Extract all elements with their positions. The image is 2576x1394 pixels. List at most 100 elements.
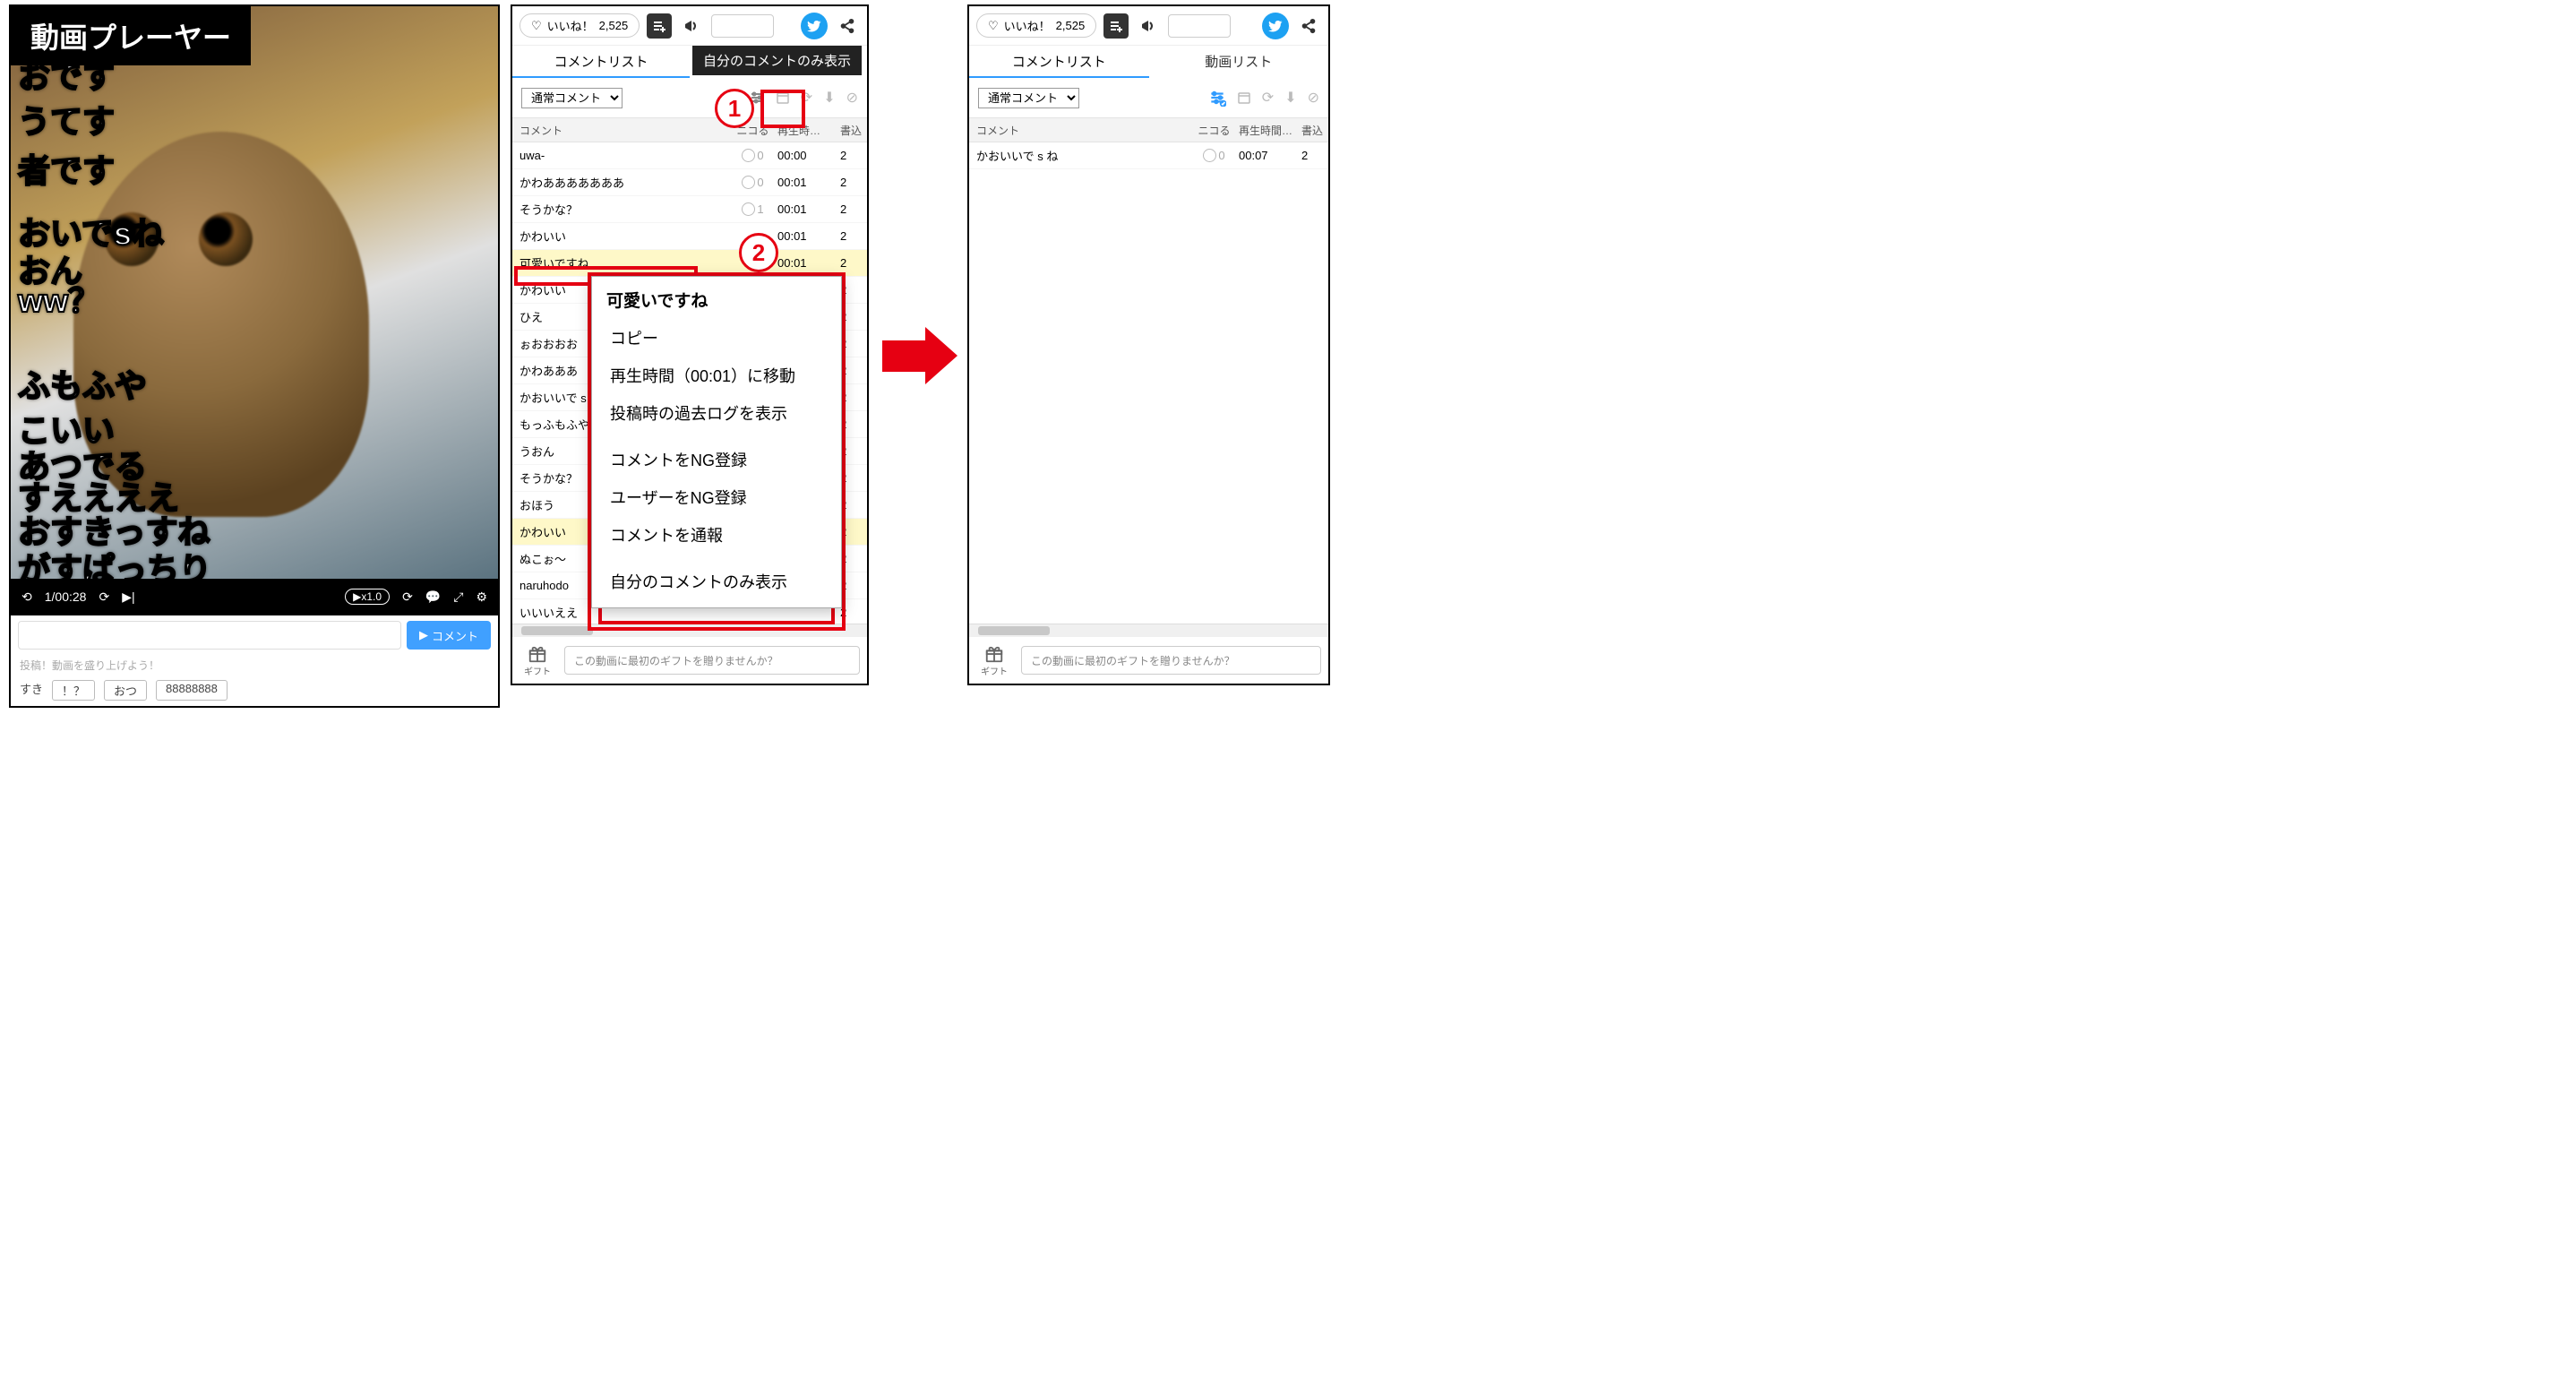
table-row[interactable]: かわあああああああ 000:012 [512, 169, 867, 196]
col-nicoru[interactable]: ニコる [1189, 123, 1239, 138]
cell-comment: uwa- [512, 149, 728, 162]
gift-input[interactable]: この動画に最初のギフトを贈りませんか？ [564, 646, 860, 675]
cell-time: 00:07 [1239, 149, 1301, 162]
gift-input[interactable]: この動画に最初のギフトを贈りませんか？ [1021, 646, 1321, 675]
reload-icon[interactable]: ⟳ [1262, 89, 1274, 107]
h-scrollbar[interactable] [969, 624, 1328, 637]
calendar-icon[interactable] [1237, 90, 1251, 105]
tab-row: コメントリスト 自分のコメントのみ表示 [512, 46, 867, 78]
megaphone-icon[interactable] [1136, 13, 1161, 39]
reload-icon[interactable]: ⟳ [402, 589, 413, 605]
add-list-icon[interactable] [1103, 13, 1129, 39]
ctx-report[interactable]: コメントを通報 [592, 516, 841, 554]
filter-icon-active[interactable] [1208, 89, 1226, 107]
col-time[interactable]: 再生時間… [1239, 123, 1301, 138]
ng-icon[interactable]: ⊘ [846, 89, 858, 107]
twitter-icon[interactable] [1262, 13, 1289, 39]
danmaku-text: 者です [18, 145, 115, 192]
cell-date: 2 [840, 579, 867, 592]
cell-time: 00:01 [777, 229, 840, 243]
tooltip-mine: 自分のコメントのみ表示 [692, 46, 862, 75]
comment-submit-button[interactable]: ▶ コメント [407, 621, 491, 650]
megaphone-icon[interactable] [679, 13, 704, 39]
tag-2[interactable]: おつ [104, 680, 147, 701]
annotation-box-filter [760, 90, 805, 128]
cell-comment: かわいい [512, 228, 728, 245]
col-date[interactable]: 書込 [1301, 123, 1328, 138]
like-button[interactable]: ♡ いいね！ 2,525 [976, 13, 1096, 38]
comment-table-mine[interactable]: かおいいで s ね 000:072 [969, 142, 1328, 624]
tag-search-input[interactable] [711, 14, 774, 38]
like-suffix: すき [20, 680, 43, 701]
like-label: いいね！ [547, 17, 594, 34]
video-area[interactable]: おですうてす者ですおいでsねおんww？ふもふやこいいあつでるすええええおすきっす… [11, 6, 498, 579]
twitter-icon[interactable] [801, 13, 828, 39]
fullscreen-icon[interactable]: ⤢ [453, 589, 463, 605]
comment-type-select[interactable]: 通常コメント [978, 88, 1079, 108]
comment-toggle-icon[interactable]: 💬 [425, 589, 441, 605]
heart-icon: ♡ [531, 19, 542, 33]
repeat-icon[interactable]: ⟳ [99, 589, 109, 605]
table-row[interactable]: uwa- 000:002 [512, 142, 867, 169]
share-icon[interactable] [835, 13, 860, 39]
ng-icon[interactable]: ⊘ [1308, 89, 1319, 107]
download-icon[interactable]: ⬇ [1284, 89, 1296, 107]
cell-date: 2 [840, 606, 867, 619]
table-row[interactable]: かわいい 00:012 [512, 223, 867, 250]
ctx-pastlog[interactable]: 投稿時の過去ログを表示 [592, 394, 841, 432]
overlay-title: 動画プレーヤー [11, 6, 251, 65]
ctx-copy[interactable]: コピー [592, 319, 841, 357]
cell-date: 2 [840, 471, 867, 485]
cell-nicoru[interactable]: 0 [1189, 149, 1239, 162]
seek-back-icon[interactable]: ⟲ [21, 589, 32, 605]
cell-nicoru[interactable]: 0 [728, 149, 777, 162]
tag-search-input[interactable] [1168, 14, 1231, 38]
like-button[interactable]: ♡ いいね！ 2,525 [519, 13, 640, 38]
comment-input[interactable] [18, 621, 401, 650]
table-row[interactable]: そうかな？ 100:012 [512, 196, 867, 223]
col-comment[interactable]: コメント [512, 123, 728, 138]
send-icon: ▶ [419, 628, 428, 642]
comment-toolbar: 通常コメント ⟳ ⬇ ⊘ [969, 78, 1328, 117]
cell-nicoru[interactable]: 0 [728, 176, 777, 189]
ctx-ng-user[interactable]: ユーザーをNG登録 [592, 478, 841, 516]
tab-comments[interactable]: コメントリスト [969, 46, 1149, 78]
download-icon[interactable]: ⬇ [823, 89, 835, 107]
tag-1[interactable]: ！？ [52, 680, 95, 701]
col-comment[interactable]: コメント [969, 123, 1189, 138]
cell-date: 2 [840, 417, 867, 431]
gift-icon[interactable]: ギフト [519, 644, 555, 677]
cell-date: 2 [840, 310, 867, 323]
next-icon[interactable]: ▶| [122, 589, 134, 605]
cell-date: 2 [840, 202, 867, 216]
speed-button[interactable]: ▶x1.0 [345, 589, 390, 605]
ctx-only-mine[interactable]: 自分のコメントのみ表示 [592, 563, 841, 600]
comment-type-select[interactable]: 通常コメント [521, 88, 623, 108]
ctx-ng-comment[interactable]: コメントをNG登録 [592, 441, 841, 478]
gift-icon[interactable]: ギフト [976, 644, 1012, 677]
cell-date: 2 [840, 283, 867, 297]
top-row: ♡ いいね！ 2,525 [512, 6, 867, 46]
arrow-icon [882, 327, 958, 385]
ctx-seek[interactable]: 再生時間（00:01）に移動 [592, 357, 841, 394]
cell-date: 2 [840, 391, 867, 404]
tag-3[interactable]: 88888888 [156, 680, 228, 701]
cell-date: 2 [840, 364, 867, 377]
danmaku-text: うてす [18, 96, 115, 142]
tab-videos[interactable]: 動画リスト [1149, 46, 1329, 78]
cell-date: 2 [840, 229, 867, 243]
cell-nicoru[interactable]: 1 [728, 202, 777, 216]
comments-panel-mine: ♡ いいね！ 2,525 コメントリスト 動画リスト [967, 4, 1330, 685]
table-row[interactable]: かおいいで s ね 000:072 [969, 142, 1328, 169]
add-list-icon[interactable] [647, 13, 672, 39]
share-icon[interactable] [1296, 13, 1321, 39]
h-scrollbar[interactable] [512, 624, 867, 637]
col-date[interactable]: 書込 [840, 123, 867, 138]
settings-icon[interactable]: ⚙ [476, 589, 487, 605]
cell-date: 2 [840, 552, 867, 565]
tab-comments[interactable]: コメントリスト [512, 46, 690, 78]
cell-time: 00:00 [777, 149, 840, 162]
comment-submit-label: コメント [432, 627, 478, 644]
cell-date: 2 [840, 176, 867, 189]
player-controls: ⟲ 1/00:28 ⟳ ▶| ▶x1.0 ⟳ 💬 ⤢ ⚙ [11, 579, 498, 615]
